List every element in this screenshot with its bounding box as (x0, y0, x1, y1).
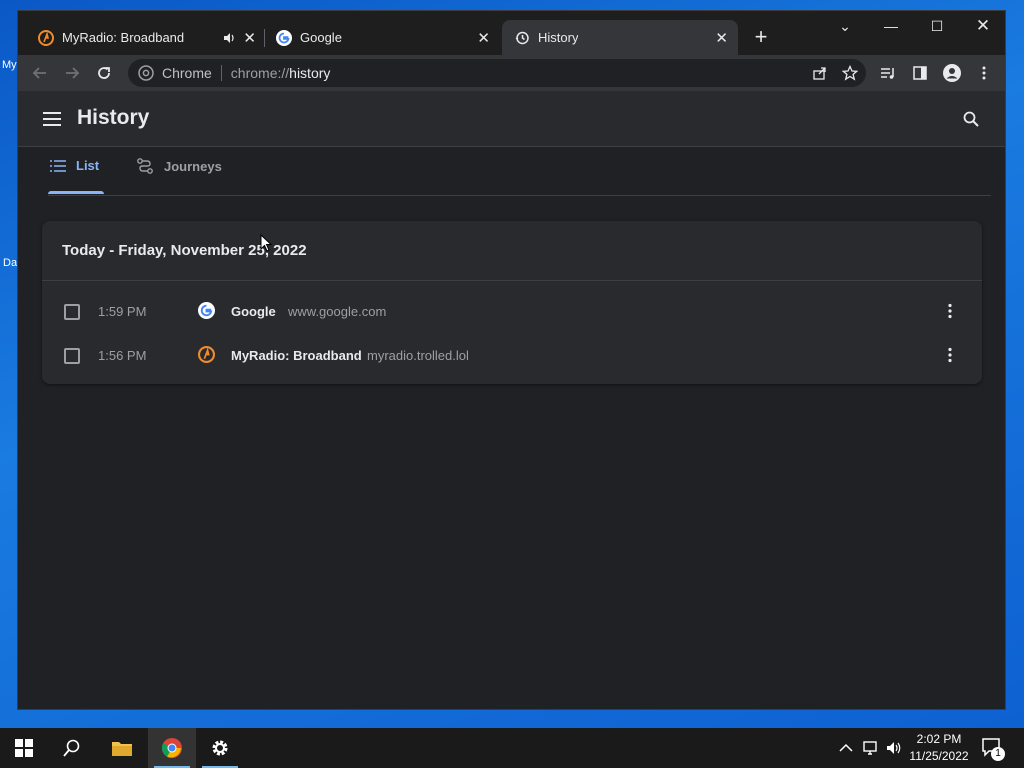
journeys-icon (137, 158, 153, 174)
volume-icon[interactable] (886, 740, 902, 756)
new-tab-button[interactable]: + (749, 25, 773, 49)
google-icon (198, 302, 215, 319)
close-icon[interactable]: ✕ (715, 29, 728, 47)
page-title: History (77, 106, 150, 129)
myradio-icon (198, 346, 215, 363)
tab-title: Google (300, 30, 342, 45)
more-actions-icon[interactable] (942, 347, 958, 363)
card-divider (42, 280, 982, 281)
avatar-icon (943, 64, 961, 82)
settings-taskbar-button[interactable] (196, 728, 244, 768)
hamburger-menu-icon[interactable] (43, 112, 61, 126)
chrome-taskbar-button[interactable] (148, 728, 196, 768)
tab-title: MyRadio: Broadband (62, 30, 185, 45)
back-arrow-icon (32, 67, 46, 79)
star-icon[interactable] (842, 65, 858, 81)
maximize-button[interactable]: ☐ (917, 15, 957, 37)
close-icon[interactable]: ✕ (477, 29, 490, 47)
side-panel-icon (913, 66, 927, 80)
kebab-menu-icon (982, 66, 986, 80)
omnibox-divider (220, 65, 222, 81)
search-icon[interactable] (963, 111, 979, 127)
media-queue-icon (881, 68, 894, 79)
clock-time[interactable]: 2:02 PM (908, 732, 970, 746)
chrome-window: MyRadio: Broadband ✕ Google ✕ History ✕ (17, 10, 1006, 710)
entry-title-link[interactable]: Google (231, 304, 276, 319)
minimize-button[interactable]: — (871, 15, 911, 37)
windows-logo-icon (15, 739, 33, 757)
entry-title-link[interactable]: MyRadio: Broadband (231, 348, 362, 363)
active-tab-indicator (48, 191, 104, 194)
tab-list-label: List (76, 158, 100, 173)
side-panel-button[interactable] (908, 61, 932, 85)
menu-button[interactable] (972, 61, 996, 85)
forward-arrow-icon (66, 67, 80, 79)
search-icon (63, 739, 80, 757)
tab-journeys[interactable]: Journeys (136, 158, 222, 174)
google-icon (276, 29, 292, 46)
history-icon (515, 31, 529, 44)
url-host: history (289, 65, 331, 81)
start-button[interactable] (0, 728, 48, 768)
media-controls-button[interactable] (876, 61, 900, 85)
history-entry[interactable]: 1:59 PM Google www.google.com (42, 290, 982, 334)
reload-button[interactable] (92, 61, 116, 85)
chrome-chip: Chrome (162, 65, 212, 81)
toolbar: Chrome chrome://history (18, 55, 1005, 91)
folder-icon (112, 742, 132, 756)
entry-checkbox[interactable] (64, 304, 80, 320)
mouse-cursor-icon (260, 234, 272, 252)
tab-google[interactable]: Google ✕ (268, 20, 500, 55)
back-button[interactable] (28, 61, 52, 85)
history-day-card: Today - Friday, November 25, 2022 1:59 P… (42, 221, 982, 384)
tab-list[interactable]: List (50, 158, 99, 173)
taskbar: 2:02 PM 11/25/2022 1 (0, 728, 1024, 768)
reload-icon (98, 67, 110, 79)
profile-button[interactable] (940, 61, 964, 85)
history-entry[interactable]: 1:56 PM MyRadio: Broadband myradio.troll… (42, 334, 982, 378)
tab-title: History (538, 30, 579, 45)
list-icon (50, 159, 66, 172)
chevron-up-icon[interactable] (839, 743, 853, 753)
chrome-icon (161, 738, 182, 758)
page-header: History (18, 91, 1005, 147)
tab-history[interactable]: History ✕ (502, 20, 738, 55)
gear-icon (212, 740, 228, 756)
tab-strip: MyRadio: Broadband ✕ Google ✕ History ✕ (18, 11, 1005, 55)
tab-separator (264, 29, 265, 47)
tab-myradio[interactable]: MyRadio: Broadband ✕ (30, 20, 266, 55)
notification-count-badge: 1 (991, 747, 1005, 761)
entry-time: 1:59 PM (98, 304, 147, 319)
tab-search-button[interactable]: ⌄ (825, 15, 865, 37)
taskbar-search-button[interactable] (48, 728, 96, 768)
url-prefix: chrome:// (230, 65, 290, 81)
history-page: History List Journeys Today - Friday, No… (18, 91, 1005, 709)
close-window-button[interactable]: ✕ (963, 15, 1003, 37)
forward-button[interactable] (60, 61, 84, 85)
clock-date[interactable]: 11/25/2022 (906, 749, 972, 763)
close-icon[interactable]: ✕ (243, 29, 256, 47)
entry-domain: www.google.com (288, 304, 387, 319)
entry-domain: myradio.trolled.lol (367, 348, 469, 363)
entry-time: 1:56 PM (98, 348, 147, 363)
tab-journeys-label: Journeys (164, 158, 222, 174)
share-icon[interactable] (812, 65, 828, 81)
address-bar[interactable]: Chrome chrome://history (128, 59, 866, 87)
more-actions-icon[interactable] (942, 303, 958, 319)
history-tabs: List Journeys (18, 147, 1005, 195)
tabs-divider (48, 195, 991, 196)
entry-checkbox[interactable] (64, 348, 80, 364)
myradio-icon (38, 29, 54, 46)
desktop-icon-label: My (2, 59, 17, 71)
desktop-icon-label: Da (3, 257, 18, 269)
network-icon[interactable] (862, 740, 880, 756)
file-explorer-button[interactable] (98, 728, 146, 768)
speaker-icon[interactable] (222, 31, 236, 45)
chrome-icon (138, 65, 154, 81)
